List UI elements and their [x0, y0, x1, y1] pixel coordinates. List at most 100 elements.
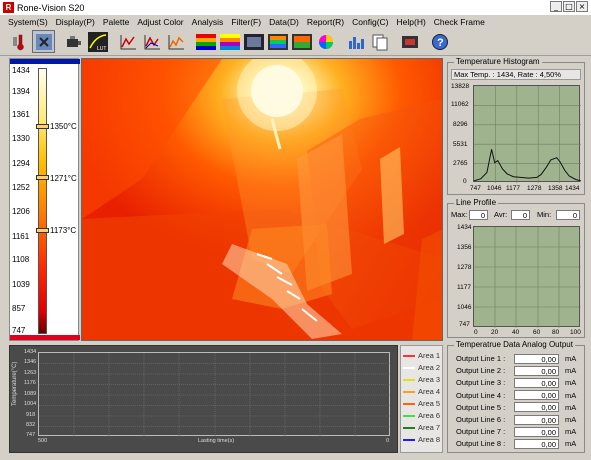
scale-tick: 1206 — [12, 207, 30, 216]
lp-x-tick: 80 — [552, 329, 560, 336]
maximize-button[interactable]: □ — [563, 1, 575, 12]
menu-check-frame[interactable]: Check Frame — [434, 17, 485, 27]
legend-label: Area 8 — [418, 435, 441, 444]
image-color-icon[interactable] — [266, 30, 289, 53]
temperature-trend-chart[interactable]: Temperature(°C) 1434 1346 1263 1176 1089… — [9, 345, 398, 453]
bar-chart-icon[interactable] — [344, 30, 367, 53]
image-gray-icon[interactable] — [242, 30, 265, 53]
title-bar: R Rone-Vision S20 _ □ × — [0, 0, 591, 15]
palette-iron-icon[interactable] — [218, 30, 241, 53]
histogram-info: Max Temp. : 1434, Rate : 4,50% — [451, 69, 581, 80]
legend-swatch — [403, 366, 415, 369]
copy-icon[interactable] — [368, 30, 391, 53]
trend-x-start: 500 — [38, 438, 48, 444]
menu-palette[interactable]: Palette — [103, 17, 129, 27]
lp-x-tick: 20 — [491, 329, 499, 336]
histogram-series-line — [473, 149, 582, 182]
output-line-unit: mA — [565, 402, 577, 412]
scale-marker-handle[interactable] — [36, 175, 49, 180]
hist-x-tick: 1046 — [487, 185, 502, 192]
legend-item[interactable]: Area 7 — [403, 423, 440, 432]
help-icon[interactable]: ? — [428, 30, 451, 53]
lp-y-tick: 747 — [459, 321, 470, 328]
camera-icon[interactable] — [62, 30, 85, 53]
trend-y-tick: 1089 — [24, 391, 37, 397]
lp-y-tick: 1278 — [457, 264, 472, 271]
lp-x-tick: 60 — [533, 329, 541, 336]
palette-rainbow-icon[interactable] — [194, 30, 217, 53]
scale-marker-handle[interactable] — [36, 124, 49, 129]
chart-line-icon-3[interactable] — [164, 30, 187, 53]
image-filter-icon[interactable] — [290, 30, 313, 53]
hist-y-tick: 13828 — [451, 83, 470, 90]
menu-help[interactable]: Help(H) — [397, 17, 426, 27]
line-profile-plot[interactable] — [473, 226, 581, 328]
trend-y-tick: 918 — [26, 412, 36, 418]
legend-item[interactable]: Area 2 — [403, 363, 440, 372]
output-line-value: 0,00 — [514, 402, 559, 413]
output-line-value: 0,00 — [514, 438, 559, 449]
output-line-unit: mA — [565, 427, 577, 437]
output-line-row: Output Line 3 : 0,00 mA — [456, 377, 581, 388]
output-line-value: 0,00 — [514, 426, 559, 437]
trend-x-end: 0 — [386, 438, 390, 444]
legend-item[interactable]: Area 3 — [403, 375, 440, 384]
color-wheel-icon[interactable] — [314, 30, 337, 53]
scale-marker-label: 1271°C — [50, 174, 77, 183]
menu-analysis[interactable]: Analysis — [192, 17, 224, 27]
chart-line-icon-1[interactable] — [116, 30, 139, 53]
trend-xlabel: Lasting time(s) — [198, 438, 235, 444]
menu-config[interactable]: Config(C) — [352, 17, 388, 27]
histogram-plot[interactable] — [473, 85, 582, 183]
spot-measure-icon[interactable] — [32, 30, 55, 53]
chart-line-icon-2[interactable] — [140, 30, 163, 53]
output-line-label: Output Line 3 : — [456, 378, 506, 388]
legend-item[interactable]: Area 5 — [403, 399, 440, 408]
line-profile-grid — [474, 227, 581, 328]
lp-x-tick: 0 — [474, 329, 478, 336]
legend-item[interactable]: Area 1 — [403, 351, 440, 360]
output-line-label: Output Line 8 : — [456, 439, 506, 449]
scale-tick: 1108 — [12, 255, 30, 264]
legend-item[interactable]: Area 4 — [403, 387, 440, 396]
output-line-label: Output Line 6 : — [456, 415, 506, 424]
close-button[interactable]: × — [576, 1, 588, 12]
output-line-row: Output Line 2 : 0,00 mA — [456, 365, 581, 376]
scale-marker-handle[interactable] — [36, 228, 49, 233]
scale-tick: 1039 — [12, 280, 30, 289]
snapshot-icon[interactable] — [398, 30, 421, 53]
scale-tick: 1394 — [12, 87, 30, 96]
legend-item[interactable]: Area 8 — [403, 435, 440, 444]
hist-x-tick: 1177 — [506, 185, 520, 192]
thermal-image[interactable] — [81, 58, 443, 341]
legend-item[interactable]: Area 6 — [403, 411, 440, 420]
minimize-button[interactable]: _ — [550, 1, 562, 12]
scale-tick: 1330 — [12, 134, 30, 143]
lp-y-tick: 1434 — [457, 224, 472, 231]
hist-y-tick: 5531 — [453, 141, 468, 148]
app-logo-icon: R — [3, 2, 14, 13]
output-line-row: Output Line 6 : 0,00 mA — [456, 414, 581, 425]
svg-text:LUT: LUT — [97, 46, 106, 52]
output-line-unit: mA — [565, 378, 577, 388]
output-line-value: 0,00 — [514, 414, 559, 425]
scale-tick: 1361 — [12, 110, 30, 119]
lut-icon[interactable]: LUT — [86, 30, 109, 53]
legend-swatch — [403, 402, 415, 405]
legend-label: Area 6 — [418, 411, 441, 420]
thermometer-icon[interactable] — [8, 30, 31, 53]
legend-swatch — [403, 354, 415, 357]
trend-y-tick: 1263 — [24, 370, 37, 376]
menu-display[interactable]: Display(P) — [56, 17, 95, 27]
hist-x-tick: 1278 — [527, 185, 542, 192]
lp-min-label: Min: — [537, 210, 552, 219]
menu-adjust-color[interactable]: Adjust Color — [137, 17, 183, 27]
hist-x-tick: 1434 — [565, 185, 580, 192]
menu-data[interactable]: Data(D) — [269, 17, 299, 27]
menu-report[interactable]: Report(R) — [307, 17, 344, 27]
histogram-panel: Temperature Histogram Max Temp. : 1434, … — [447, 57, 585, 195]
output-line-unit: mA — [565, 354, 577, 363]
menu-filter[interactable]: Filter(F) — [231, 17, 261, 27]
lp-avr-field: 0 — [511, 210, 530, 220]
menu-system[interactable]: System(S) — [8, 17, 48, 27]
